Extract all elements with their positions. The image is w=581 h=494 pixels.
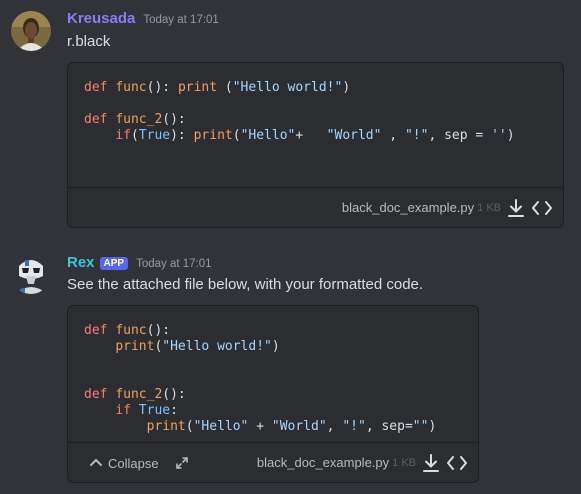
file-name[interactable]: black_doc_example.py xyxy=(257,455,389,470)
code-attachment: def func(): print ("Hello world!") def f… xyxy=(67,62,564,228)
code-line: if True: xyxy=(115,403,178,418)
message-header: Rex APP Today at 17:01 xyxy=(67,254,212,271)
collapse-button[interactable]: Collapse xyxy=(88,443,189,482)
message-rex: Rex APP Today at 17:01 See the attached … xyxy=(0,240,581,494)
username[interactable]: Kreusada xyxy=(67,10,135,27)
message-text: See the attached file below, with your f… xyxy=(67,276,424,293)
code-line: if(True): print("Hello"+ "World" , "!", … xyxy=(115,128,515,143)
file-size: 1 KB xyxy=(477,201,501,214)
code-attachment: def func(): print("Hello world!") def fu… xyxy=(67,305,479,483)
chevron-up-icon xyxy=(88,454,104,473)
expand-arrows-icon[interactable] xyxy=(175,456,189,470)
message-header: Kreusada Today at 17:01 xyxy=(67,10,219,27)
file-name[interactable]: black_doc_example.py xyxy=(342,200,474,215)
attachment-footer: Collapse black_doc_example.py 1 KB xyxy=(68,442,478,482)
avatar[interactable] xyxy=(11,11,51,51)
download-icon[interactable] xyxy=(420,452,442,474)
code-line: def func_2(): xyxy=(84,112,186,127)
file-size: 1 KB xyxy=(392,456,416,469)
avatar[interactable] xyxy=(11,254,51,294)
code-line: print("Hello" + "World", "!", sep="") xyxy=(146,419,437,434)
timestamp: Today at 17:01 xyxy=(136,258,212,270)
download-icon[interactable] xyxy=(505,197,527,219)
code-line: def func(): xyxy=(84,323,171,338)
app-badge: APP xyxy=(99,257,129,270)
collapse-label: Collapse xyxy=(108,455,159,471)
username[interactable]: Rex xyxy=(67,254,95,271)
message-kreusada: Kreusada Today at 17:01 r.black def func… xyxy=(0,0,581,240)
code-view-icon[interactable] xyxy=(446,452,468,474)
attachment-footer: black_doc_example.py 1 KB xyxy=(68,187,563,227)
code-preview: def func(): print("Hello world!") def fu… xyxy=(68,306,478,435)
timestamp: Today at 17:01 xyxy=(143,14,219,26)
code-line: def func_2(): xyxy=(84,387,186,402)
message-text: r.black xyxy=(67,33,111,50)
code-view-icon[interactable] xyxy=(531,197,553,219)
code-line: print("Hello world!") xyxy=(115,339,280,354)
code-preview: def func(): print ("Hello world!") def f… xyxy=(68,63,563,144)
code-line: def func(): print ("Hello world!") xyxy=(84,80,351,95)
